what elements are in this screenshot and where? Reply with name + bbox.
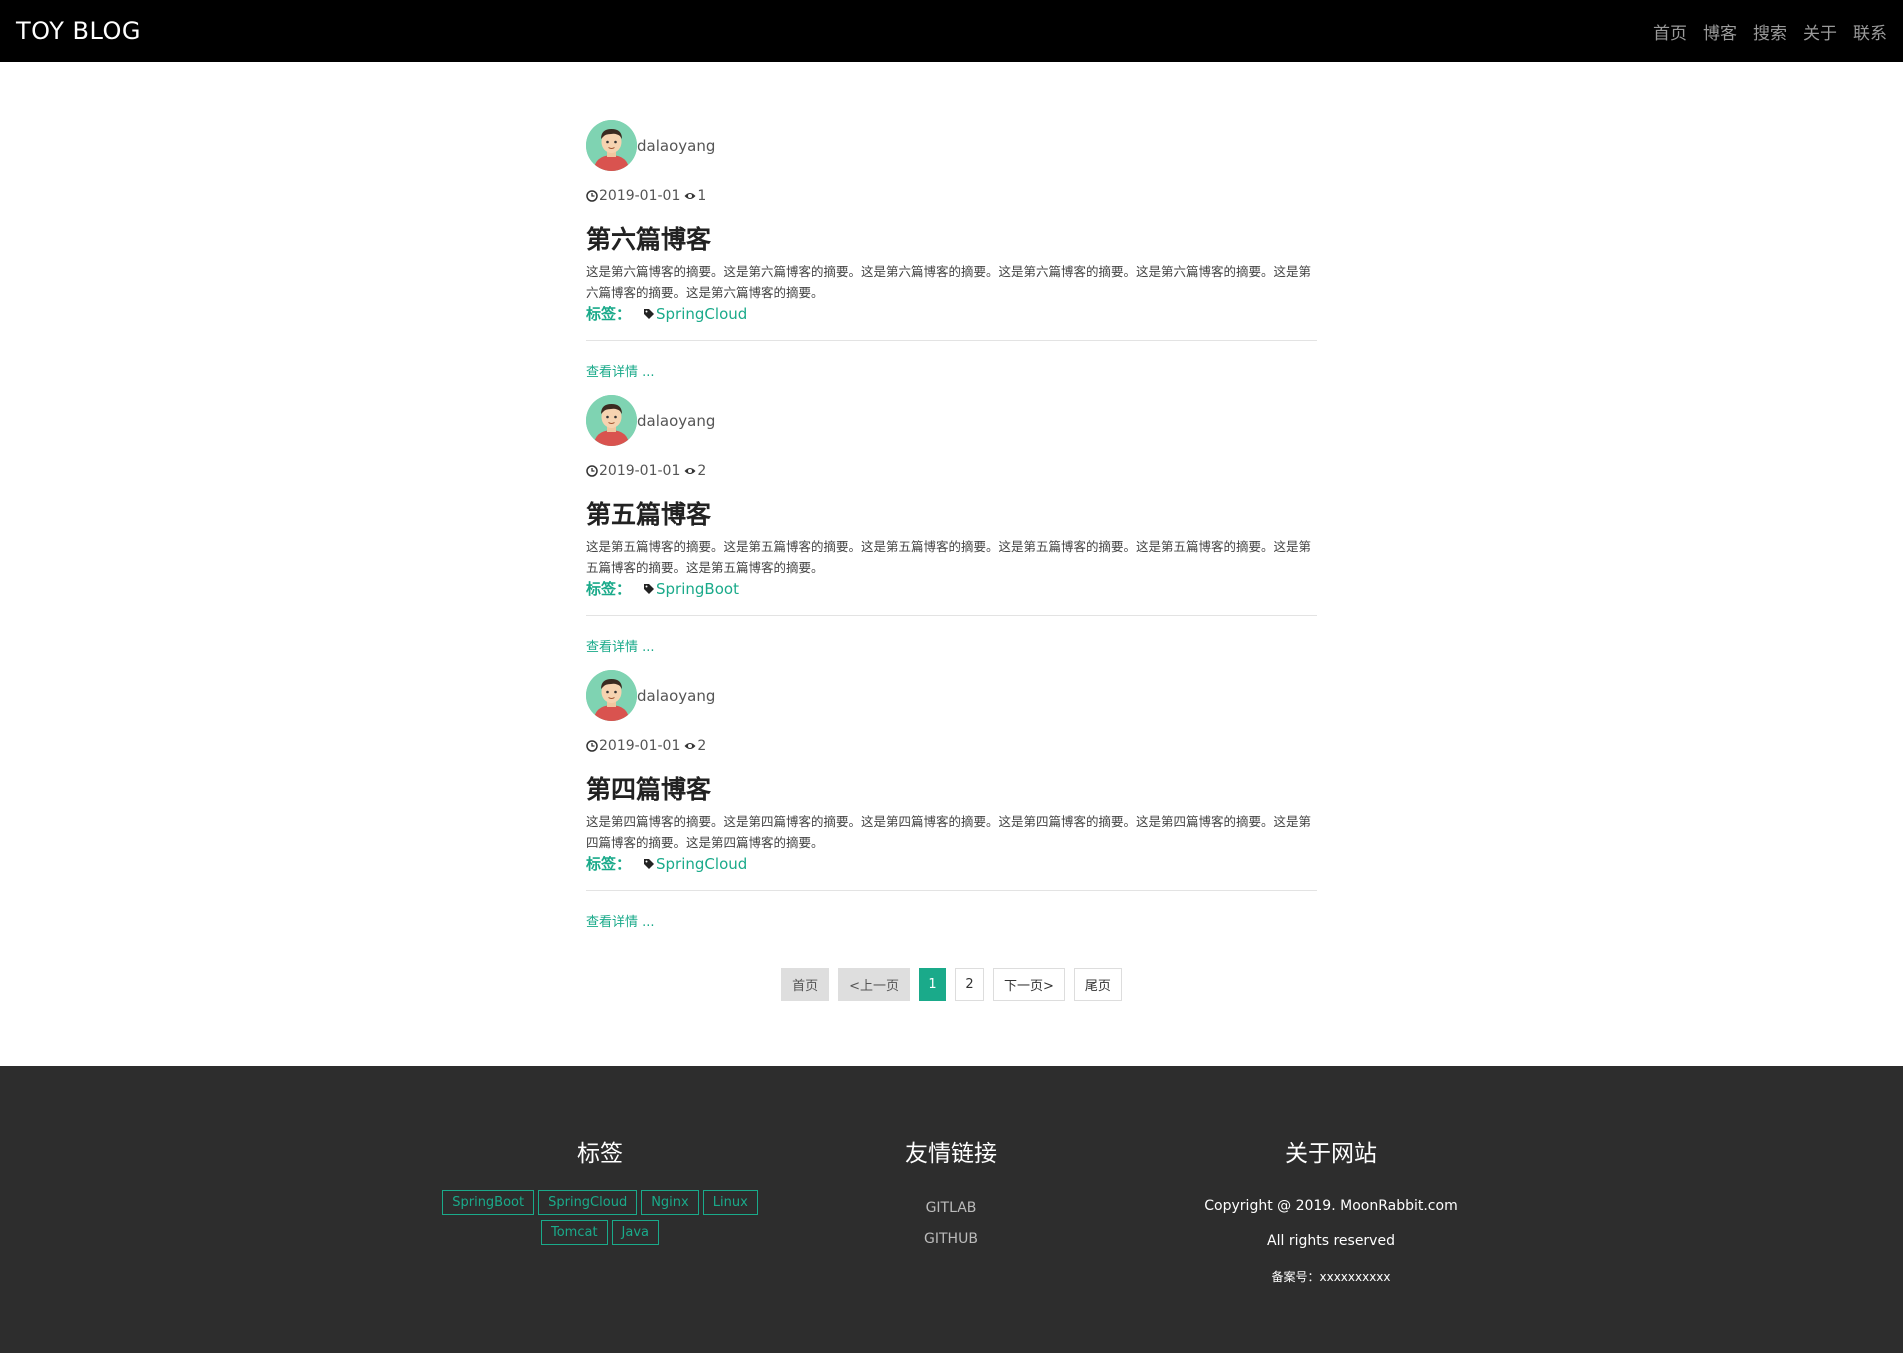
post-date: 2019-01-01 bbox=[599, 738, 681, 754]
page-2-button[interactable]: 2 bbox=[955, 968, 984, 1001]
nav-home[interactable]: 首页 bbox=[1653, 19, 1687, 44]
read-more-link[interactable]: 查看详情 ... bbox=[586, 911, 655, 930]
tags-label: 标签： bbox=[586, 855, 632, 873]
post-tag-link[interactable]: SpringBoot bbox=[656, 580, 739, 598]
view-count: 2 bbox=[697, 738, 707, 754]
post-date: 2019-01-01 bbox=[599, 463, 681, 479]
copyright-text: Copyright @ 2019. MoonRabbit.com bbox=[1204, 1198, 1458, 1214]
record-number: 备案号：xxxxxxxxxx bbox=[1271, 1270, 1391, 1284]
post-tag-link[interactable]: SpringCloud bbox=[656, 855, 747, 873]
nav-search[interactable]: 搜索 bbox=[1753, 19, 1787, 44]
tags-label: 标签： bbox=[586, 580, 632, 598]
divider bbox=[586, 890, 1317, 891]
post-tag-link[interactable]: SpringCloud bbox=[656, 305, 747, 323]
author-name: dalaoyang bbox=[637, 411, 716, 430]
friend-links: GITLAB GITHUB bbox=[850, 1193, 1052, 1255]
post-meta: 2019-01-01 1 bbox=[586, 188, 706, 204]
page-first-button[interactable]: 首页 bbox=[781, 968, 830, 1001]
tag-tomcat[interactable]: Tomcat bbox=[540, 1220, 608, 1245]
main-nav: 首页 博客 搜索 关于 联系 bbox=[1653, 19, 1887, 44]
clock-icon bbox=[586, 465, 598, 477]
footer-about-column: 关于网站 Copyright @ 2019. MoonRabbit.com Al… bbox=[1170, 1066, 1492, 1285]
page-1-button[interactable]: 1 bbox=[919, 968, 946, 1001]
link-github[interactable]: GITHUB bbox=[850, 1224, 1052, 1255]
tag-springboot[interactable]: SpringBoot bbox=[442, 1190, 535, 1215]
footer-links-title: 友情链接 bbox=[905, 1141, 997, 1167]
post-date: 2019-01-01 bbox=[599, 188, 681, 204]
page-next-button[interactable]: 下一页> bbox=[993, 968, 1065, 1001]
post-title[interactable]: 第五篇博客 bbox=[586, 495, 711, 531]
tag-icon bbox=[644, 308, 655, 319]
post-summary: 这是第六篇博客的摘要。这是第六篇博客的摘要。这是第六篇博客的摘要。这是第六篇博客… bbox=[586, 264, 1312, 300]
tag-springcloud[interactable]: SpringCloud bbox=[538, 1190, 638, 1215]
post-title[interactable]: 第六篇博客 bbox=[586, 220, 711, 256]
avatar bbox=[586, 670, 637, 721]
tag-icon bbox=[644, 583, 655, 594]
page-last-button[interactable]: 尾页 bbox=[1073, 968, 1122, 1001]
footer-links-column: 友情链接 GITLAB GITHUB bbox=[850, 1066, 1052, 1255]
divider bbox=[586, 340, 1317, 341]
post-summary: 这是第四篇博客的摘要。这是第四篇博客的摘要。这是第四篇博客的摘要。这是第四篇博客… bbox=[586, 814, 1312, 850]
nav-blog[interactable]: 博客 bbox=[1703, 19, 1737, 44]
read-more-link[interactable]: 查看详情 ... bbox=[586, 361, 655, 380]
nav-contact[interactable]: 联系 bbox=[1853, 19, 1887, 44]
post-title[interactable]: 第四篇博客 bbox=[586, 770, 711, 806]
divider bbox=[586, 615, 1317, 616]
post-tags: 标签： SpringCloud bbox=[586, 853, 747, 874]
tags-label: 标签： bbox=[586, 305, 632, 323]
author-row: dalaoyang bbox=[586, 670, 715, 721]
clock-icon bbox=[586, 740, 598, 752]
post-tags: 标签： SpringCloud bbox=[586, 303, 747, 324]
post-card: dalaoyang 2019-01-01 2 第四篇博客 这是第四篇博客的摘要。… bbox=[586, 670, 1317, 945]
footer-tags-title: 标签 bbox=[577, 1141, 623, 1167]
post-meta: 2019-01-01 2 bbox=[586, 463, 706, 479]
pagination: 首页 <上一页 1 2 下一页> 尾页 bbox=[0, 968, 1903, 1001]
author-name: dalaoyang bbox=[637, 686, 716, 705]
tag-icon bbox=[644, 858, 655, 869]
footer-about-title: 关于网站 bbox=[1285, 1141, 1377, 1167]
author-row: dalaoyang bbox=[586, 395, 715, 446]
brand-logo[interactable]: TOY BLOG bbox=[16, 17, 141, 45]
author-name: dalaoyang bbox=[637, 136, 716, 155]
eye-icon bbox=[684, 743, 696, 749]
clock-icon bbox=[586, 190, 598, 202]
page-prev-button[interactable]: <上一页 bbox=[838, 968, 910, 1001]
post-list: dalaoyang 2019-01-01 1 第六篇博客 这是第六篇博客的摘要。… bbox=[586, 62, 1317, 945]
post-card: dalaoyang 2019-01-01 2 第五篇博客 这是第五篇博客的摘要。… bbox=[586, 395, 1317, 670]
post-meta: 2019-01-01 2 bbox=[586, 738, 706, 754]
tag-cloud: SpringBoot SpringCloud Nginx Linux Tomca… bbox=[430, 1190, 770, 1245]
avatar bbox=[586, 395, 637, 446]
tag-java[interactable]: Java bbox=[611, 1220, 660, 1245]
top-navbar: TOY BLOG 首页 博客 搜索 关于 联系 bbox=[0, 0, 1903, 62]
read-more-link[interactable]: 查看详情 ... bbox=[586, 636, 655, 655]
tag-nginx[interactable]: Nginx bbox=[641, 1190, 699, 1215]
eye-icon bbox=[684, 468, 696, 474]
avatar bbox=[586, 120, 637, 171]
author-row: dalaoyang bbox=[586, 120, 715, 171]
eye-icon bbox=[684, 193, 696, 199]
footer-tags-column: 标签 SpringBoot SpringCloud Nginx Linux To… bbox=[430, 1066, 770, 1245]
link-gitlab[interactable]: GITLAB bbox=[850, 1193, 1052, 1224]
tag-linux[interactable]: Linux bbox=[702, 1190, 758, 1215]
post-summary: 这是第五篇博客的摘要。这是第五篇博客的摘要。这是第五篇博客的摘要。这是第五篇博客… bbox=[586, 539, 1312, 575]
site-footer: 标签 SpringBoot SpringCloud Nginx Linux To… bbox=[0, 1066, 1903, 1353]
nav-about[interactable]: 关于 bbox=[1803, 19, 1837, 44]
view-count: 1 bbox=[697, 188, 707, 204]
rights-text: All rights reserved bbox=[1267, 1233, 1395, 1249]
post-tags: 标签： SpringBoot bbox=[586, 578, 739, 599]
post-card: dalaoyang 2019-01-01 1 第六篇博客 这是第六篇博客的摘要。… bbox=[586, 120, 1317, 395]
view-count: 2 bbox=[697, 463, 707, 479]
